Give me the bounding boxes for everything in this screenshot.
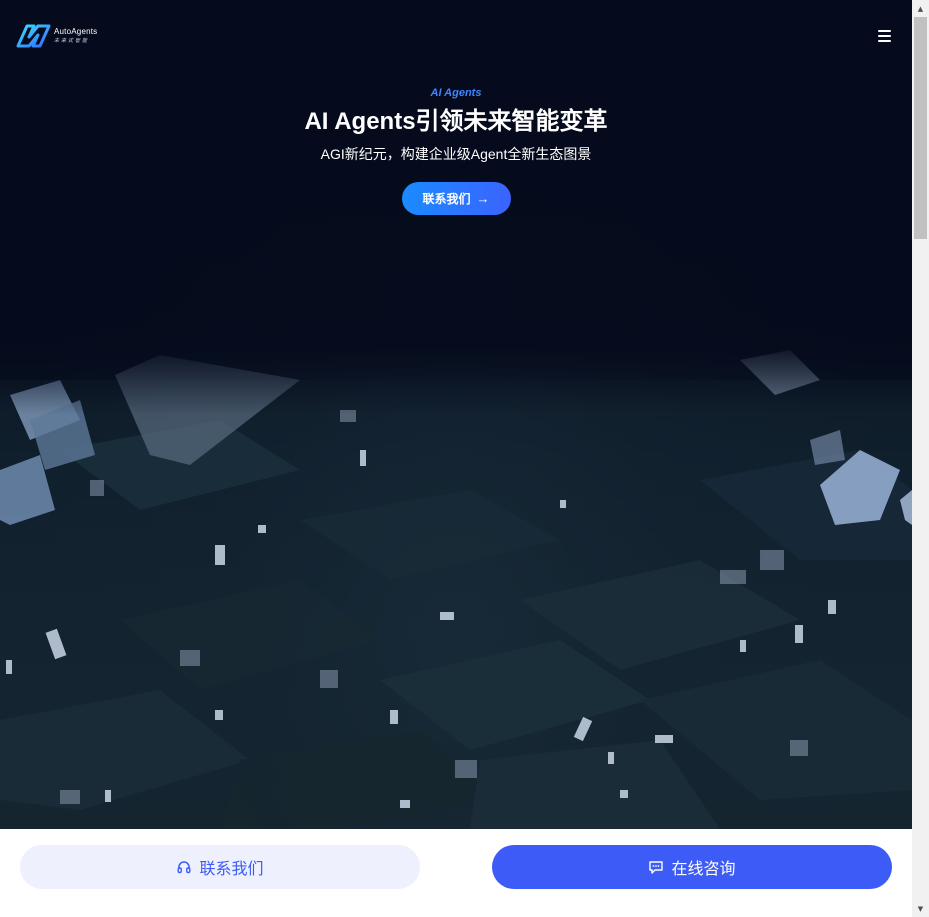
arrow-right-icon: → [476, 191, 490, 206]
scroll-down-arrow-icon[interactable]: ▼ [912, 900, 929, 917]
contact-us-bottom-label: 联系我们 [199, 861, 264, 878]
chat-bubble-icon [649, 861, 664, 874]
contact-us-button-label: 联系我们 [422, 192, 471, 206]
menu-line [878, 30, 891, 32]
logo-name: AutoAgents [54, 27, 98, 36]
online-consult-button[interactable]: 在线咨询 [492, 845, 892, 889]
scroll-thumb[interactable] [914, 17, 927, 239]
bottom-action-bar: 联系我们 在线咨询 [0, 829, 912, 917]
contact-us-button[interactable]: 联系我们 → [401, 182, 511, 215]
hero-subtitle: AGI新纪元，构建企业级Agent全新生态图景 [320, 146, 592, 162]
vertical-scrollbar[interactable]: ▲ ▼ [912, 0, 929, 917]
autoagents-logo-icon [16, 24, 51, 48]
online-consult-label: 在线咨询 [671, 861, 736, 878]
viewport: AutoAgents 未来式智能 AI Agents AI Agents引领未来… [0, 0, 912, 917]
logo[interactable]: AutoAgents 未来式智能 [16, 22, 97, 50]
scroll-up-arrow-icon[interactable]: ▲ [912, 0, 929, 17]
hero-content: AI Agents AI Agents引领未来智能变革 AGI新纪元，构建企业级… [0, 84, 912, 215]
menu-line [878, 40, 891, 42]
hero-eyebrow: AI Agents [430, 87, 482, 99]
contact-us-bottom-button[interactable]: 联系我们 [20, 845, 420, 889]
page: AutoAgents 未来式智能 AI Agents AI Agents引领未来… [0, 0, 929, 917]
logo-tagline: 未来式智能 [54, 38, 90, 44]
logo-text: AutoAgents 未来式智能 [54, 28, 97, 44]
hero-title: AI Agents引领未来智能变革 [304, 108, 608, 135]
headset-icon [177, 861, 191, 874]
site-header: AutoAgents 未来式智能 [0, 0, 912, 72]
hamburger-menu-icon[interactable] [876, 28, 894, 44]
menu-line [878, 35, 891, 37]
